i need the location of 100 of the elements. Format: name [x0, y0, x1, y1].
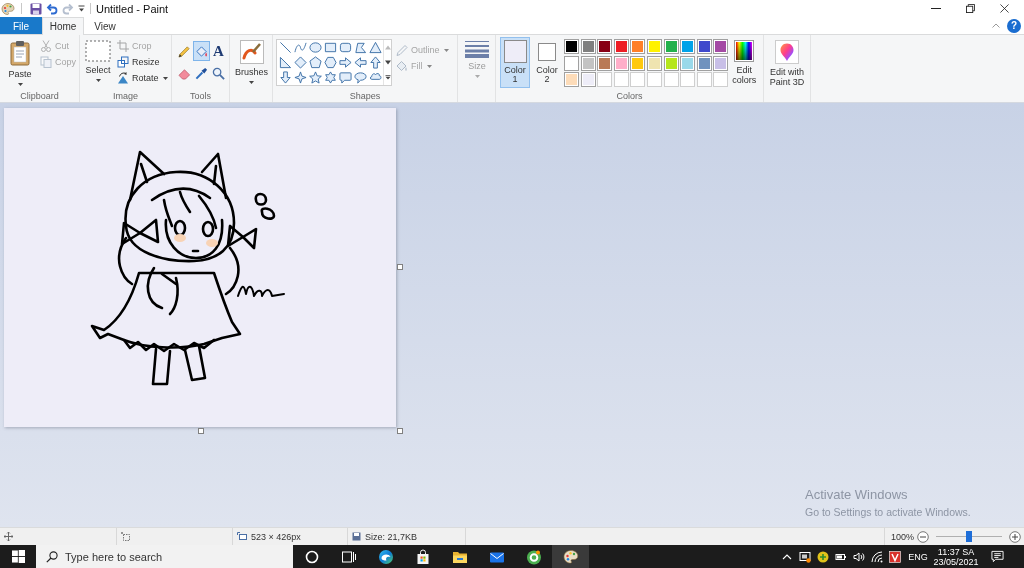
scissors-icon — [40, 40, 52, 52]
search-field[interactable]: Type here to search — [36, 545, 293, 568]
color-swatch-icon[interactable] — [680, 39, 696, 54]
oval-shape-icon[interactable] — [309, 41, 322, 54]
color-swatch-icon[interactable] — [597, 55, 613, 71]
caret-icon — [249, 81, 254, 84]
scroll-down-icon[interactable] — [384, 60, 391, 65]
color-swatch-icon[interactable] — [613, 55, 629, 71]
ribbon-tab[interactable]: Home — [42, 17, 84, 35]
edit-colors-button[interactable]: Edit colors — [729, 37, 760, 90]
secondary-color-button[interactable]: Color 2 — [532, 37, 562, 88]
right-triangle-shape-icon[interactable] — [279, 56, 292, 69]
color-swatch-icon[interactable] — [564, 39, 579, 54]
color-swatch-icon[interactable] — [646, 55, 662, 71]
text-tool-button[interactable]: A — [210, 41, 227, 61]
polygon-shape-icon[interactable] — [354, 41, 367, 54]
caret-icon — [426, 64, 432, 68]
resize-handle[interactable] — [198, 428, 204, 434]
left-arrow-shape-icon[interactable] — [354, 56, 367, 69]
primary-color-button[interactable]: Color 1 — [500, 37, 530, 88]
teardrop-icon — [775, 40, 799, 64]
rectangle-shape-icon[interactable] — [324, 41, 337, 54]
four-point-star-icon[interactable] — [294, 71, 307, 84]
redo-arrow-icon — [62, 2, 74, 15]
expand-gallery-icon[interactable] — [384, 75, 391, 80]
color-swatch-icon[interactable] — [580, 55, 596, 71]
chevron-up-icon — [992, 23, 1000, 28]
restore-icon — [965, 4, 975, 13]
paste-button[interactable]: Paste — [4, 35, 36, 88]
color-swatch-icon[interactable] — [580, 72, 596, 88]
canvas-size-icon — [237, 532, 247, 541]
color-swatch-icon[interactable] — [713, 55, 729, 71]
color-swatch-icon[interactable] — [680, 55, 696, 71]
plus-circle-icon[interactable] — [817, 550, 829, 563]
brushes-button[interactable]: Brushes — [232, 35, 271, 88]
edit-with-paint-3d-button[interactable]: Edit with Paint 3D — [765, 35, 809, 88]
monitor-icon[interactable] — [799, 550, 811, 563]
group-label: Clipboard — [19, 90, 60, 102]
right-arrow-shape-icon[interactable] — [339, 56, 352, 69]
rotate-button[interactable]: Rotate — [115, 70, 170, 86]
color-swatch-icon[interactable] — [696, 55, 712, 71]
resize-handle[interactable] — [397, 264, 403, 270]
hexagon-shape-icon[interactable] — [324, 56, 337, 69]
up-arrow-shape-icon[interactable] — [369, 56, 382, 69]
notification-icon — [990, 550, 1004, 563]
file-size: Size: 21,7KB — [365, 531, 418, 542]
help-button[interactable]: ? — [1007, 18, 1021, 33]
color-swatch-icon[interactable] — [564, 72, 579, 88]
taskbar-app-button[interactable] — [552, 545, 589, 568]
color-swatch-icon[interactable] — [630, 55, 646, 71]
five-point-star-icon[interactable] — [309, 71, 322, 84]
curve-shape-icon[interactable] — [294, 41, 307, 54]
triangle-shape-icon[interactable] — [369, 41, 382, 54]
slider-thumb[interactable] — [966, 531, 973, 542]
rectangular-callout-icon[interactable] — [339, 71, 352, 84]
six-point-star-icon[interactable] — [324, 71, 337, 84]
clock-date[interactable]: 23/05/2021 — [933, 556, 979, 567]
color-swatch-icon[interactable] — [663, 55, 679, 71]
ribbon-tab[interactable]: View — [84, 17, 126, 34]
resize-handle[interactable] — [397, 428, 403, 434]
speaker-icon[interactable] — [853, 550, 865, 563]
pentagon-shape-icon[interactable] — [309, 56, 322, 69]
oval-callout-icon[interactable] — [354, 71, 367, 84]
file-menu-tab[interactable]: File — [0, 17, 42, 34]
color-swatch-icon[interactable] — [597, 39, 613, 54]
line-shape-icon[interactable] — [279, 41, 292, 54]
diamond-shape-icon[interactable] — [294, 56, 307, 69]
color-swatch-icon[interactable] — [713, 39, 729, 54]
color-swatch-icon[interactable] — [646, 39, 662, 54]
color-swatch-icon[interactable] — [613, 39, 629, 54]
zoom-out-button[interactable] — [917, 530, 930, 543]
select-button[interactable]: Select — [83, 35, 113, 88]
language-indicator[interactable]: ENG — [904, 551, 932, 562]
circle-icon — [303, 548, 320, 565]
wifi-icon[interactable] — [871, 550, 883, 563]
eyedropper-icon — [195, 66, 208, 80]
color-swatch-icon[interactable] — [663, 39, 679, 54]
color-swatch-icon[interactable] — [696, 39, 712, 54]
resize-button[interactable]: Resize — [115, 54, 170, 70]
zoom-in-button[interactable] — [1009, 530, 1022, 543]
crop-icon — [117, 40, 129, 52]
down-arrow-shape-icon[interactable] — [279, 71, 292, 84]
zoom-slider[interactable] — [936, 531, 1003, 542]
v-tile-icon[interactable] — [889, 550, 901, 563]
color-swatch-icon[interactable] — [630, 39, 646, 54]
activation-title: Activate Windows — [805, 487, 908, 502]
dropdown-icon — [77, 5, 85, 12]
selection-size-icon — [121, 532, 130, 541]
clock-time[interactable]: 11:37 SA — [937, 546, 975, 557]
group-label: Image — [112, 90, 139, 102]
canvas-dimensions: 523 × 426px — [251, 531, 301, 542]
color-swatch-icon[interactable] — [564, 55, 579, 71]
color-swatch-icon[interactable] — [580, 39, 596, 54]
rounded-rectangle-shape-icon[interactable] — [339, 41, 352, 54]
palette-icon[interactable] — [1, 1, 15, 16]
caret-icon — [443, 48, 449, 52]
pencil-icon — [178, 44, 191, 58]
magnifier-icon — [212, 66, 225, 80]
move-cursor-icon — [4, 532, 13, 541]
close-icon — [999, 4, 1009, 13]
